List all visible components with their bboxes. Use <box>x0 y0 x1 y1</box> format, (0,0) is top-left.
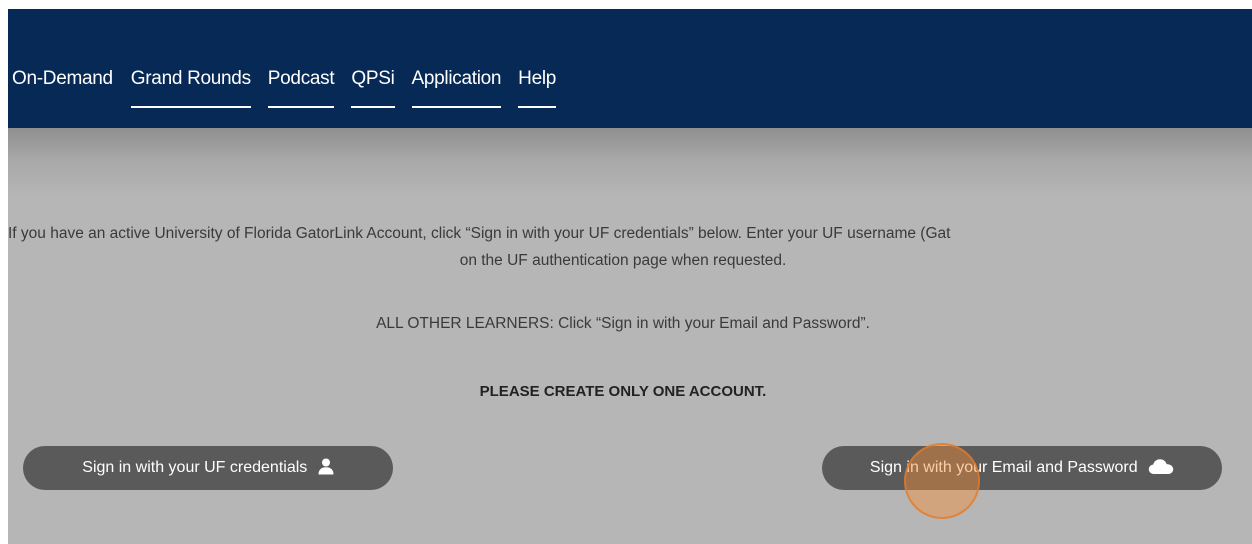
intro-line-2: on the UF authentication page when reque… <box>459 252 787 269</box>
browser-viewport: On-Demand Grand Rounds Podcast QPSi Appl… <box>8 9 1252 544</box>
uf-credentials-sign-in-button[interactable]: Sign in with your UF credentials <box>23 446 393 490</box>
login-content: If you have an active University of Flor… <box>8 9 1252 544</box>
single-account-notice: PLEASE CREATE ONLY ONE ACCOUNT. <box>479 383 767 400</box>
intro-line-1: If you have an active University of Flor… <box>8 225 951 242</box>
user-icon <box>318 458 334 475</box>
email-button-label: Sign in with your Email and Password <box>869 459 1138 476</box>
email-password-sign-in-button[interactable]: Sign in with your Email and Password <box>822 446 1222 490</box>
uf-button-label: Sign in with your UF credentials <box>82 459 308 476</box>
cloud-icon <box>1148 459 1174 474</box>
other-learners-text: ALL OTHER LEARNERS: Click “Sign in with … <box>376 315 870 332</box>
